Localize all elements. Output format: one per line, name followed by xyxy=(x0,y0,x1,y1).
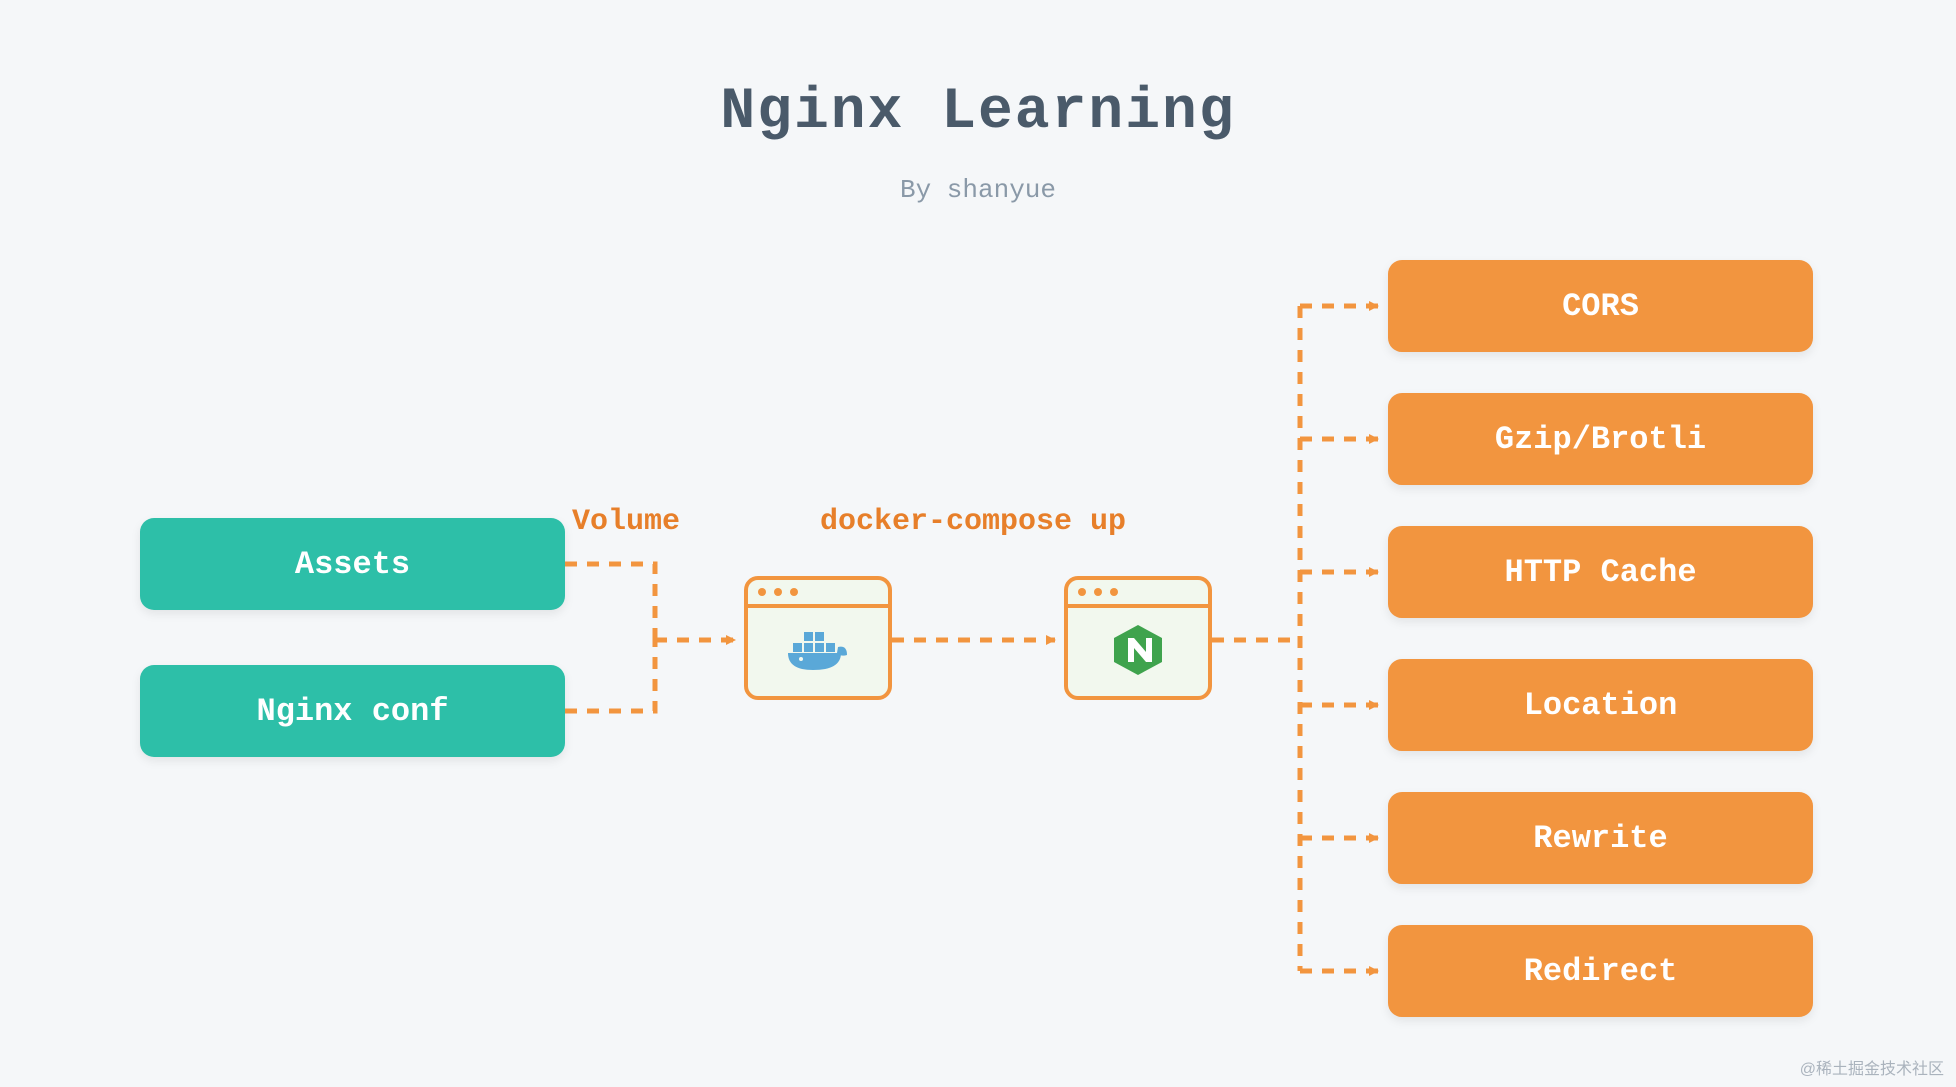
node-label: HTTP Cache xyxy=(1504,554,1696,591)
node-label: Assets xyxy=(295,546,410,583)
docker-icon xyxy=(783,625,853,680)
node-feature-location: Location xyxy=(1388,659,1813,751)
node-feature-cors: CORS xyxy=(1388,260,1813,352)
window-dot xyxy=(1094,588,1102,596)
node-feature-gzip: Gzip/Brotli xyxy=(1388,393,1813,485)
node-feature-http-cache: HTTP Cache xyxy=(1388,526,1813,618)
label-compose: docker-compose up xyxy=(820,505,1126,539)
node-label: Rewrite xyxy=(1533,820,1667,857)
node-feature-redirect: Redirect xyxy=(1388,925,1813,1017)
window-dot xyxy=(758,588,766,596)
node-label: Redirect xyxy=(1524,953,1678,990)
node-label: Nginx conf xyxy=(256,693,448,730)
window-dot xyxy=(1110,588,1118,596)
window-dot xyxy=(1078,588,1086,596)
window-dot xyxy=(790,588,798,596)
window-dot xyxy=(774,588,782,596)
node-nginx-window xyxy=(1064,576,1212,700)
node-label: Gzip/Brotli xyxy=(1495,421,1706,458)
node-assets: Assets xyxy=(140,518,565,610)
node-label: CORS xyxy=(1562,288,1639,325)
watermark: @稀土掘金技术社区 xyxy=(1800,1055,1944,1079)
window-titlebar xyxy=(1068,580,1208,608)
diagram-title: Nginx Learning xyxy=(0,80,1956,145)
node-docker-window xyxy=(744,576,892,700)
node-label: Location xyxy=(1524,687,1678,724)
node-nginx-conf: Nginx conf xyxy=(140,665,565,757)
window-titlebar xyxy=(748,580,888,608)
nginx-icon xyxy=(1110,622,1166,683)
label-volume: Volume xyxy=(572,505,680,539)
node-feature-rewrite: Rewrite xyxy=(1388,792,1813,884)
diagram-subtitle: By shanyue xyxy=(0,175,1956,205)
